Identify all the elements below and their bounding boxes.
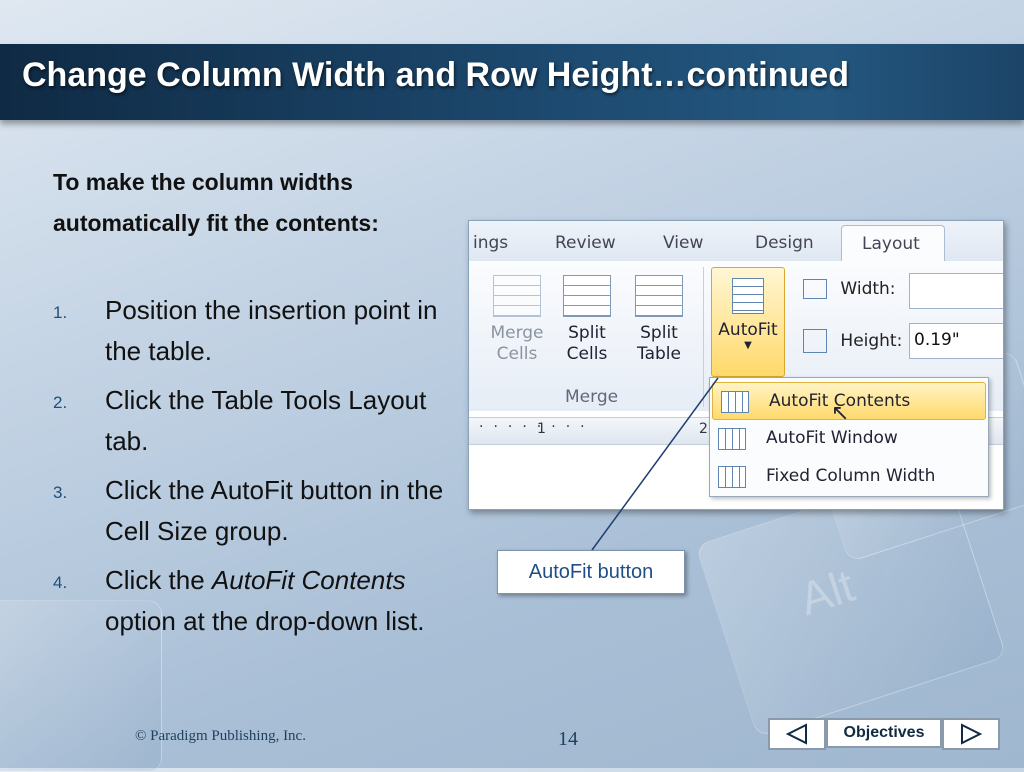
height-icon <box>803 329 827 353</box>
list-item: 2. Click the Table Tools Layout tab. <box>53 380 453 462</box>
ruler-mark-1: 1 <box>537 421 546 437</box>
step-text: Click the Table Tools Layout tab. <box>105 385 427 456</box>
chevron-down-icon: ▼ <box>744 340 752 351</box>
ruler-mark-2: 2 <box>699 421 708 437</box>
list-item: 3. Click the AutoFit button in the Cell … <box>53 470 453 552</box>
autofit-dropdown: AutoFit Contents ↖ AutoFit Window Fixed … <box>709 377 989 497</box>
page-number: 14 <box>558 728 578 750</box>
height-input[interactable]: 0.19" <box>909 323 1003 359</box>
merge-group-label: Merge <box>565 387 619 407</box>
merge-cells-button[interactable]: Merge Cells <box>483 275 551 365</box>
split-cells-line2: Cells <box>566 344 608 364</box>
fixed-column-width-icon <box>718 466 746 488</box>
objectives-button[interactable]: Objectives <box>826 718 942 748</box>
tab-layout[interactable]: Layout <box>841 225 945 263</box>
slide-title: Change Column Width and Row Height…conti… <box>22 56 849 94</box>
group-divider <box>703 267 704 407</box>
dropdown-label: AutoFit Window <box>766 428 898 448</box>
next-slide-button[interactable] <box>942 718 1000 750</box>
dropdown-label: Fixed Column Width <box>766 466 936 486</box>
ribbon-tabstrip: ings Review View Design Layout <box>469 221 1003 263</box>
split-cells-button[interactable]: Split Cells <box>555 275 619 365</box>
merge-cells-icon <box>493 275 541 317</box>
step-text: Position the insertion point in the tabl… <box>105 295 438 366</box>
split-cells-icon <box>563 275 611 317</box>
slide-navigation: Objectives <box>768 718 1000 750</box>
tab-review[interactable]: Review <box>555 233 616 253</box>
autofit-window-icon <box>718 428 746 450</box>
split-table-button[interactable]: Split Table <box>623 275 695 365</box>
intro-text: To make the column widths automatically … <box>53 169 379 236</box>
step-text-suffix: option at the drop-down list. <box>105 606 425 636</box>
previous-slide-button[interactable] <box>768 718 826 750</box>
height-value: 0.19" <box>914 330 960 350</box>
title-bar: Change Column Width and Row Height…conti… <box>0 44 1024 120</box>
autofit-icon <box>732 278 764 314</box>
autofit-contents-option[interactable]: AutoFit Contents ↖ <box>712 382 986 426</box>
autofit-button[interactable]: AutoFit ▼ <box>711 267 785 377</box>
width-icon <box>803 279 827 299</box>
fixed-column-width-option[interactable]: Fixed Column Width <box>710 458 988 494</box>
copyright-text: © Paradigm Publishing, Inc. <box>135 728 306 744</box>
step-number: 2. <box>53 393 68 412</box>
merge-cells-line2: Cells <box>496 344 538 364</box>
step-number: 1. <box>53 303 68 322</box>
list-item: 1. Position the insertion point in the t… <box>53 290 453 372</box>
step-text: Click the AutoFit button in the Cell Siz… <box>105 475 444 546</box>
width-label: Width: <box>840 279 896 299</box>
step-text-prefix: Click the <box>105 565 212 595</box>
list-item: 4. Click the AutoFit Contents option at … <box>53 560 453 642</box>
steps-list: 1. Position the insertion point in the t… <box>53 290 453 650</box>
step-text-italic: AutoFit Contents <box>211 565 406 595</box>
step-number: 4. <box>53 573 68 592</box>
autofit-callout: AutoFit button <box>497 550 685 594</box>
autofit-label: AutoFit <box>718 320 778 340</box>
arrow-right-icon <box>961 723 983 745</box>
arrow-left-icon <box>785 723 807 745</box>
autofit-contents-icon <box>721 391 749 413</box>
ribbon-screenshot: ings Review View Design Layout Merge Cel… <box>468 220 1004 510</box>
tab-design[interactable]: Design <box>755 233 814 253</box>
height-row: Height: <box>803 329 902 353</box>
split-cells-line1: Split <box>568 323 606 343</box>
split-table-line1: Split <box>640 323 678 343</box>
width-row: Width: <box>803 279 896 299</box>
height-label: Height: <box>840 331 903 351</box>
step-number: 3. <box>53 483 68 502</box>
tab-view[interactable]: View <box>663 233 703 253</box>
tab-mailings[interactable]: ings <box>473 233 508 253</box>
split-table-icon <box>635 275 683 317</box>
autofit-window-option[interactable]: AutoFit Window <box>710 420 988 456</box>
tab-layout-label: Layout <box>862 234 920 254</box>
width-input[interactable] <box>909 273 1003 309</box>
merge-cells-line1: Merge <box>490 323 544 343</box>
split-table-line2: Table <box>637 344 681 364</box>
